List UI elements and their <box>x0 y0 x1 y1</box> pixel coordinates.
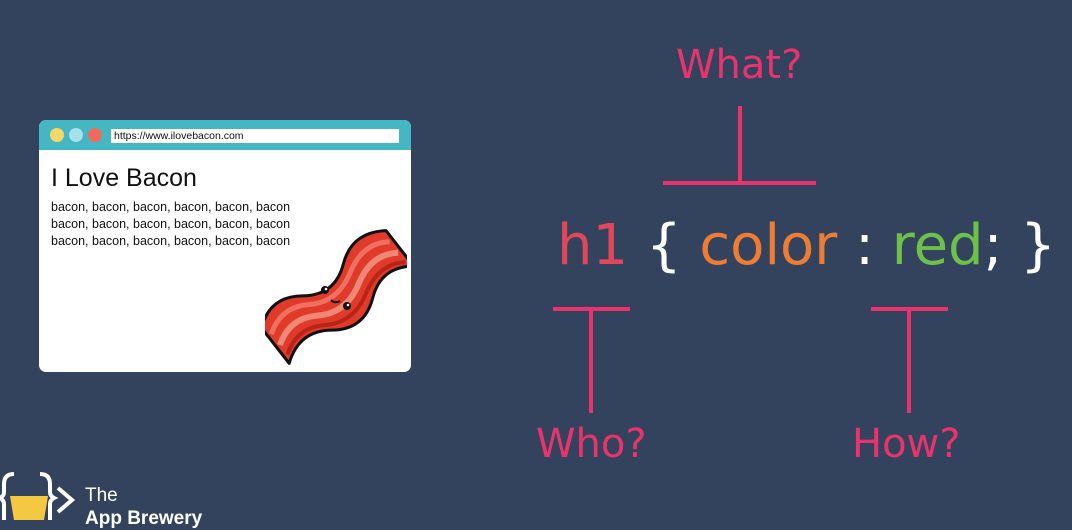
who-connector-vertical <box>589 307 593 413</box>
css-selector: h1 <box>557 213 629 278</box>
address-bar[interactable]: https://www.ilovebacon.com <box>111 129 399 143</box>
css-rule: h1 { color : red; } <box>557 212 1056 280</box>
browser-mockup: https://www.ilovebacon.com I Love Bacon … <box>39 120 411 372</box>
who-label: Who? <box>536 421 647 467</box>
bacon-illustration <box>265 229 407 365</box>
logo-text-line2: App Brewery <box>85 508 203 529</box>
how-connector-vertical <box>907 307 911 413</box>
logo-text-line1: The <box>85 485 118 506</box>
close-dot-icon <box>88 128 102 142</box>
browser-title-bar: https://www.ilovebacon.com <box>39 120 411 150</box>
how-label: How? <box>852 421 961 467</box>
open-brace: { <box>645 213 682 278</box>
what-connector-vertical <box>738 106 742 184</box>
close-brace: } <box>1020 213 1056 278</box>
body-line: bacon, bacon, bacon, bacon, bacon, bacon <box>51 200 291 214</box>
colon: : <box>855 213 874 278</box>
what-label: What? <box>676 42 803 88</box>
css-value: red <box>891 213 984 278</box>
maximize-dot-icon <box>69 128 83 142</box>
app-brewery-logo: The App Brewery <box>0 470 220 529</box>
what-connector-horizontal <box>663 181 816 185</box>
page-heading: I Love Bacon <box>51 164 197 192</box>
semicolon: ; <box>983 213 1003 278</box>
brackets-logo-icon <box>0 472 76 520</box>
css-property: color <box>699 213 838 278</box>
minimize-dot-icon <box>50 128 64 142</box>
